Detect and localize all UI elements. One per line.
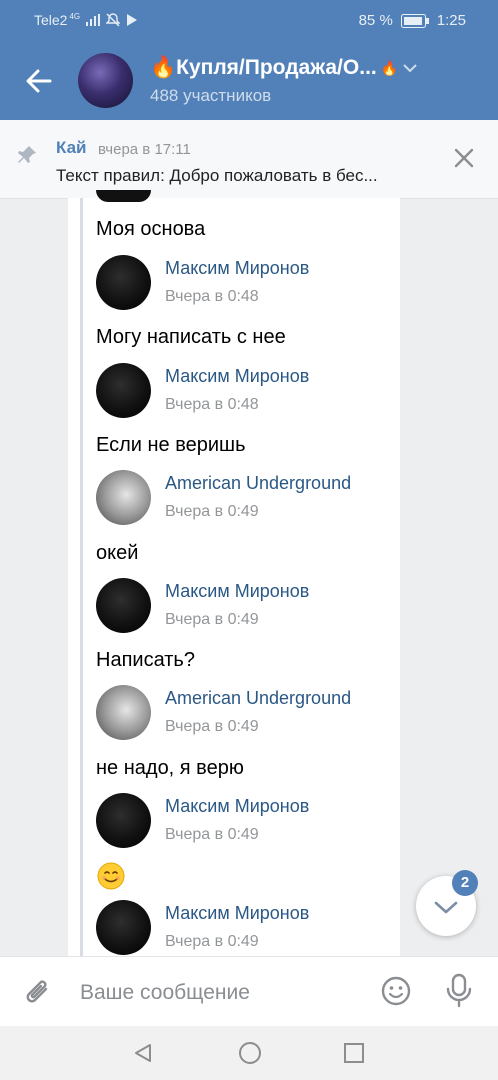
message-time: Вчера в 0:49 — [165, 718, 259, 735]
message-time: Вчера в 0:49 — [165, 611, 259, 628]
message-sender[interactable]: American Underground Вчера в 0:49 — [96, 470, 396, 530]
pin-icon — [18, 146, 36, 163]
play-icon — [127, 14, 138, 26]
back-arrow-icon[interactable] — [24, 66, 54, 96]
chat-title[interactable]: 🔥Купля/Продажа/О... 🔥 — [150, 56, 418, 80]
chat-title-emoji: 🔥 — [380, 59, 399, 76]
message-sender[interactable]: Максим Миронов Вчера в 0:48 — [96, 363, 396, 423]
message-text: не надо, я верю — [96, 757, 244, 779]
sender-name[interactable]: American Underground — [165, 688, 351, 709]
members-count[interactable]: 488 участников — [150, 86, 271, 106]
message-time: Вчера в 0:48 — [165, 396, 259, 413]
message-time: Вчера в 0:49 — [165, 826, 259, 843]
message-text: Моя основа — [96, 218, 206, 240]
network-label: 4G — [69, 11, 81, 21]
close-icon[interactable] — [452, 146, 476, 170]
sender-name[interactable]: Максим Миронов — [165, 903, 309, 924]
message-time: Вчера в 0:49 — [165, 933, 259, 950]
sender-name[interactable]: Максим Миронов — [165, 258, 309, 279]
smiling-face-emoji — [97, 862, 125, 890]
avatar[interactable] — [96, 578, 151, 633]
sender-name[interactable]: American Underground — [165, 473, 351, 494]
message-time: Вчера в 0:48 — [165, 288, 259, 305]
home-nav-icon[interactable] — [238, 1041, 262, 1065]
message-sender[interactable]: American Underground Вчера в 0:49 — [96, 685, 396, 745]
clock: 1:25 — [436, 12, 466, 29]
sender-name[interactable]: Максим Миронов — [165, 796, 309, 817]
chat-avatar[interactable] — [78, 53, 133, 108]
emoji-icon[interactable] — [380, 975, 412, 1007]
avatar[interactable] — [96, 255, 151, 310]
sender-name[interactable]: Максим Миронов — [165, 581, 309, 602]
attachment-icon[interactable] — [24, 977, 54, 1009]
avatar[interactable] — [96, 363, 151, 418]
message-sender[interactable]: Максим Миронов Вчера в 0:49 — [96, 793, 396, 853]
back-nav-icon[interactable] — [132, 1042, 154, 1064]
message-input[interactable]: Ваше сообщение — [80, 981, 250, 1005]
avatar[interactable] — [96, 900, 151, 955]
signal-icon — [86, 14, 101, 26]
chat-title-text: 🔥Купля/Продажа/О... — [150, 56, 377, 79]
battery-icon — [400, 13, 429, 28]
mute-icon — [106, 13, 121, 27]
battery-level: 85 % — [358, 12, 393, 29]
chevron-down-icon[interactable] — [402, 63, 418, 73]
message-sender[interactable]: Максим Миронов Вчера в 0:48 — [96, 255, 396, 315]
avatar[interactable] — [96, 685, 151, 740]
avatar[interactable] — [96, 470, 151, 525]
status-bar: Tele2 4G 85 % 1:25 — [0, 0, 498, 40]
message-composer: Ваше сообщение — [0, 956, 498, 1027]
message-text: Написать? — [96, 649, 195, 671]
message-sender[interactable]: Максим Миронов Вчера в 0:49 — [96, 578, 396, 638]
pinned-message[interactable]: Кай вчера в 17:11 Текст правил: Добро по… — [0, 120, 498, 199]
sender-name[interactable]: Максим Миронов — [165, 366, 309, 387]
pinned-text: Текст правил: Добро пожаловать в бес... — [56, 166, 378, 185]
microphone-icon[interactable] — [445, 973, 473, 1009]
message-text: окей — [96, 542, 139, 564]
message-time: Вчера в 0:49 — [165, 503, 259, 520]
avatar-partial — [96, 190, 151, 202]
recents-nav-icon[interactable] — [343, 1042, 365, 1064]
message-sender[interactable]: Максим Миронов Вчера в 0:49 — [96, 900, 396, 960]
pinned-author: Кай — [56, 138, 87, 157]
pinned-time: вчера в 17:11 — [98, 141, 191, 158]
chat-header: 🔥Купля/Продажа/О... 🔥 488 участников — [0, 40, 498, 120]
quote-bar — [80, 198, 83, 956]
system-nav-bar — [0, 1026, 498, 1080]
message-text: Могу написать с нее — [96, 326, 286, 348]
avatar[interactable] — [96, 793, 151, 848]
carrier-label: Tele2 — [34, 12, 68, 28]
message-text: Если не веришь — [96, 434, 246, 456]
unread-badge: 2 — [452, 870, 478, 896]
